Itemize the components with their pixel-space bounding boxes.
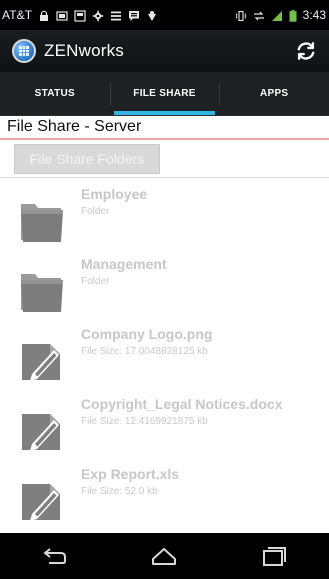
- tab-apps[interactable]: APPS: [219, 72, 329, 115]
- tab-file-share-label: FILE SHARE: [133, 88, 196, 99]
- file-row-employee[interactable]: Employee Folder: [0, 178, 329, 248]
- folder-icon: [21, 274, 63, 312]
- tab-status[interactable]: STATUS: [0, 72, 110, 115]
- recent-apps-button[interactable]: [244, 536, 304, 576]
- gear-icon: [92, 9, 104, 22]
- file-share-folders-button[interactable]: File Share Folders: [14, 144, 160, 174]
- recent-apps-icon: [263, 547, 287, 566]
- document-icon: [22, 484, 60, 521]
- tab-file-share[interactable]: FILE SHARE: [109, 72, 220, 115]
- card-icon: [74, 9, 86, 22]
- status-time: 3:43: [302, 8, 326, 22]
- document-icon: [22, 414, 60, 451]
- file-name: Company Logo.png: [81, 326, 213, 342]
- list-icon: [110, 9, 122, 21]
- zenworks-logo-icon: [12, 39, 36, 63]
- file-meta: File Size: 12.4169921875 kb: [81, 416, 208, 427]
- battery-icon: [289, 9, 297, 22]
- file-row-company-logo[interactable]: Company Logo.png File Size: 17.004882812…: [0, 318, 329, 388]
- status-icons-left: [38, 9, 158, 22]
- sync-arrows-icon: [253, 9, 265, 21]
- document-icon: [22, 344, 60, 381]
- vibrate-icon: [235, 9, 247, 22]
- home-button[interactable]: [134, 536, 194, 576]
- refresh-icon: [297, 42, 315, 60]
- droid-icon: [146, 9, 158, 21]
- file-name: Management: [81, 256, 167, 272]
- file-row-management[interactable]: Management Folder: [0, 248, 329, 318]
- file-row-copyright[interactable]: Copyright_Legal Notices.docx File Size: …: [0, 388, 329, 458]
- file-name: Copyright_Legal Notices.docx: [81, 396, 283, 412]
- carrier-label: AT&T: [2, 8, 33, 22]
- signal-icon: [271, 9, 283, 21]
- tab-apps-label: APPS: [259, 88, 289, 99]
- back-icon: [43, 548, 66, 564]
- message-icon: [128, 9, 140, 21]
- refresh-button[interactable]: [293, 38, 319, 64]
- tab-status-label: STATUS: [34, 88, 75, 99]
- navigation-bar: [0, 533, 329, 579]
- status-icons-right: 3:43: [235, 8, 326, 22]
- image-icon: [56, 9, 68, 21]
- file-meta: Folder: [81, 206, 110, 217]
- file-list: Employee Folder Management Folder Compan…: [0, 178, 329, 528]
- app-title: ZENworks: [44, 41, 124, 60]
- tab-bar: STATUS FILE SHARE APPS: [0, 72, 329, 116]
- lock-icon: [38, 9, 50, 21]
- back-button[interactable]: [25, 536, 85, 576]
- file-meta: File Size: 17.0048828125 kb: [81, 346, 208, 357]
- file-share-content: File Share - Server File Share Folders E…: [0, 116, 329, 533]
- file-name: Employee: [81, 186, 148, 202]
- file-name: Exp Report.xls: [81, 466, 180, 482]
- folder-icon: [21, 204, 63, 242]
- home-icon: [152, 548, 177, 565]
- file-meta: Folder: [81, 276, 110, 287]
- app-screen: AT&T 3:43 ZENworks STATUS FILE SHARE APP…: [0, 0, 329, 579]
- action-bar: ZENworks: [0, 30, 329, 72]
- folders-button-row: File Share Folders: [0, 140, 329, 178]
- status-bar: AT&T 3:43: [0, 0, 329, 30]
- file-row-exp-report[interactable]: Exp Report.xls File Size: 52.0 kb: [0, 458, 329, 528]
- page-title: File Share - Server: [0, 116, 329, 140]
- file-meta: File Size: 52.0 kb: [81, 486, 158, 497]
